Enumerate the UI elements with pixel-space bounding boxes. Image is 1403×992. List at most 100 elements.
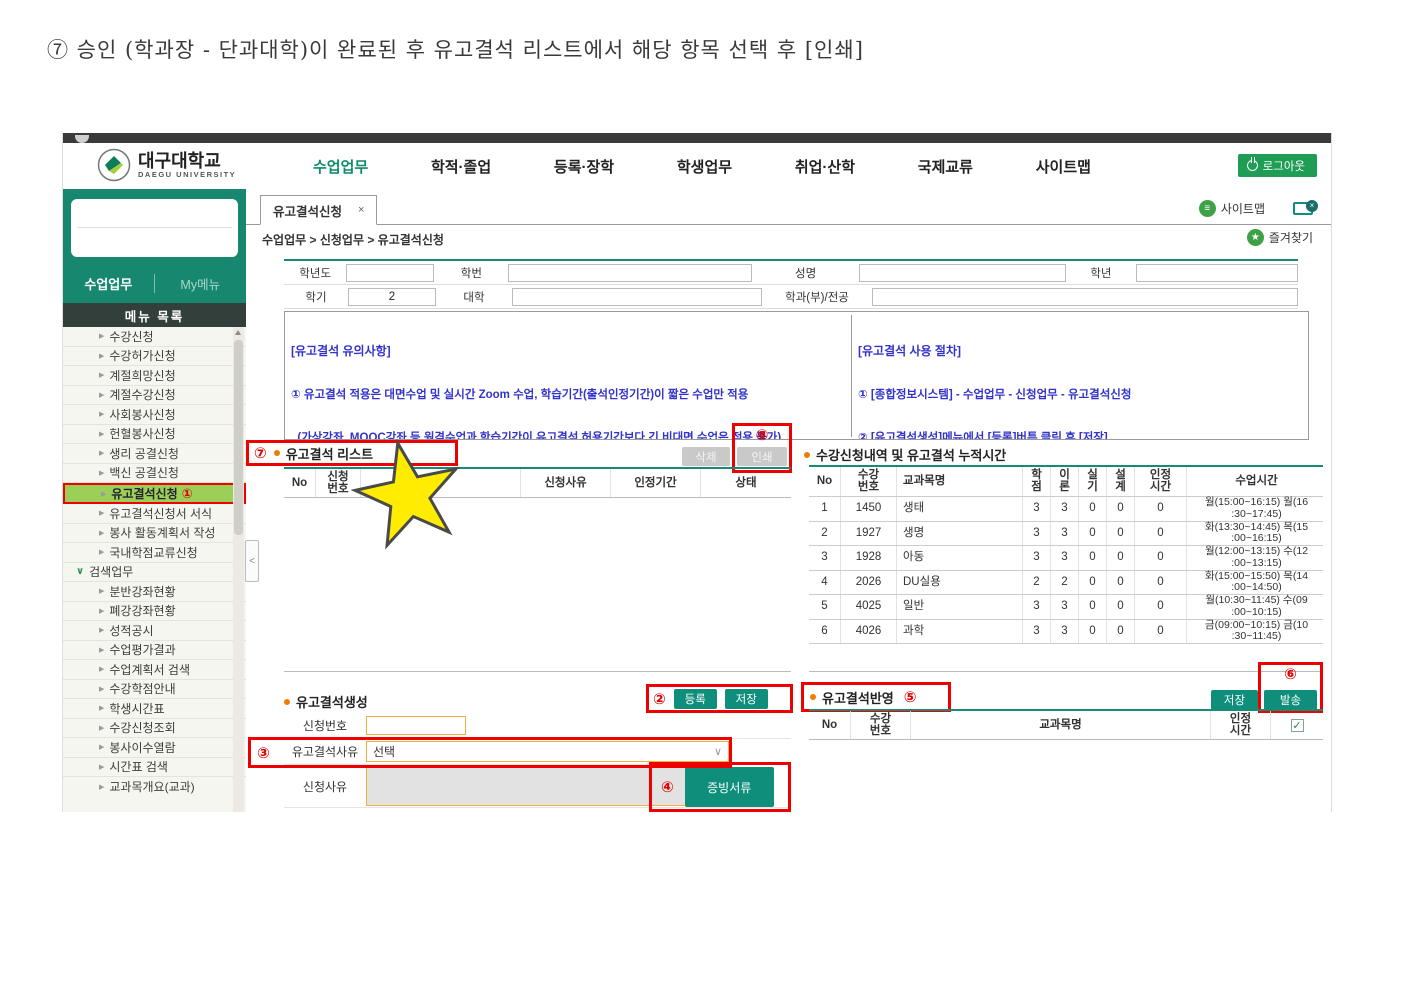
annotation-badge-5: ⑤ [904, 688, 917, 706]
absence-create-title: 유고결석생성 [284, 692, 368, 711]
annotation-box-4: ④ 증빙서류 [649, 762, 791, 812]
annotation-box-2: ② 등록 저장 [646, 684, 793, 713]
table-row[interactable]: 31928아동33000월(12:00~13:15) 수(12 :00~13:1… [809, 546, 1323, 571]
app-window: 대구대학교 DAEGU UNIVERSITY 수업업무 학적·졸업 등록·장학 … [62, 133, 1332, 812]
period-start-input[interactable] [366, 812, 466, 813]
sidebar-item-eval-result[interactable]: ▶수업평가결과 [63, 641, 246, 661]
nav-item-student[interactable]: 학생업무 [677, 156, 732, 177]
sidebar-item-service-view[interactable]: ▶봉사이수열람 [63, 738, 246, 758]
sidebar-tab-mymenu[interactable]: My메뉴 [155, 274, 247, 293]
table-row[interactable]: 11450생태33000월(15:00~16:15) 월(16 :30~17:4… [809, 497, 1323, 522]
sidebar-item-sugang-permit[interactable]: ▶수강허가신청 [63, 347, 246, 367]
attachment-button[interactable]: 증빙서류 [685, 767, 774, 807]
create-save-button[interactable]: 저장 [725, 689, 768, 709]
nav-item-records[interactable]: 학적·졸업 [431, 156, 491, 177]
nav-item-international[interactable]: 국제교류 [918, 156, 973, 177]
window-top-bar [63, 133, 1331, 143]
table-row[interactable]: 21927생명33000화(13:30~14:45) 목(15 :00~16:1… [809, 522, 1323, 547]
sidebar-item-sugang[interactable]: ▶수강신청 [63, 327, 246, 347]
sidebar-item-timetable-search[interactable]: ▶시간표 검색 [63, 758, 246, 778]
enrollment-title: 수강신청내역 및 유고결석 누적시간 [804, 445, 1006, 464]
sidebar-tabs: 수업업무 My메뉴 [63, 271, 246, 295]
sidebar-menu: ▶수강신청 ▶수강허가신청 ▶계절희망신청 ▶계절수강신청 ▶사회봉사신청 ▶헌… [63, 327, 246, 812]
triangle-icon: ▶ [99, 548, 104, 556]
period-end-input[interactable] [490, 812, 590, 813]
sidebar-item-menstrual-absence[interactable]: ▶생리 공결신청 [63, 444, 246, 464]
apply-no-label: 신청번호 [284, 717, 366, 734]
nav-item-career[interactable]: 취업·산학 [795, 156, 855, 177]
select-all-checkbox[interactable]: ✓ [1291, 719, 1304, 732]
triangle-icon: ▶ [99, 743, 104, 751]
nav-item-sitemap[interactable]: 사이트맵 [1036, 156, 1091, 177]
sidebar-item-service-plan[interactable]: ▶봉사 활동계획서 작성 [63, 524, 246, 544]
sidebar-item-syllabus-search[interactable]: ▶수업계획서 검색 [63, 660, 246, 680]
enrollment-table: No수강 번호 교과목명학 점 이 론실 기 설 계인정 시간 수업시간 114… [809, 465, 1323, 644]
left-panel-divider [284, 671, 791, 672]
logout-button[interactable]: 로그아웃 [1238, 154, 1317, 177]
top-navigation: 수업업무 학적·졸업 등록·장학 학생업무 취업·산학 국제교류 사이트맵 [313, 143, 1091, 189]
triangle-icon: ▶ [99, 410, 104, 418]
print-button[interactable]: 인쇄 [737, 447, 787, 466]
reason-textarea[interactable] [366, 766, 691, 806]
college-input[interactable] [512, 288, 762, 306]
year-input[interactable] [346, 264, 434, 282]
triangle-icon: ▶ [99, 430, 104, 438]
form-row-2: 학기 2 대학 학과(부)/전공 [284, 285, 1298, 309]
favorite-link[interactable]: ★ 즐겨찾기 [1247, 229, 1313, 246]
sidebar-item-credit-guide[interactable]: ▶수강학점안내 [63, 680, 246, 700]
annotation-badge-2: ② [653, 690, 666, 708]
sidebar-item-social-service[interactable]: ▶사회봉사신청 [63, 405, 246, 425]
sidebar-tab-classwork[interactable]: 수업업무 [63, 274, 155, 293]
studentno-input[interactable] [508, 264, 752, 282]
register-button[interactable]: 등록 [674, 689, 717, 709]
sidebar-item-domestic-credit[interactable]: ▶국내학점교류신청 [63, 543, 246, 563]
student-info-form: 학년도 학번 성명 학년 학기 2 대학 학과(부)/전공 [284, 259, 1298, 309]
notice-precautions: [유고결석 유의사항] ① 유고결석 적용은 대면수업 및 실시간 Zoom 수… [291, 315, 843, 437]
sidebar-item-grade-posting[interactable]: ▶성적공시 [63, 621, 246, 641]
sidebar-item-sugang-lookup[interactable]: ▶수강신청조회 [63, 719, 246, 739]
sidebar-item-absence-apply-active[interactable]: ▶유고결석신청① [63, 483, 246, 504]
sidebar-item-section-status[interactable]: ▶분반강좌현황 [63, 582, 246, 602]
name-input[interactable] [859, 264, 1066, 282]
close-all-windows-icon[interactable]: × [1293, 202, 1313, 215]
scroll-up-icon[interactable] [235, 330, 241, 335]
sidebar-item-timetable[interactable]: ▶학생시간표 [63, 699, 246, 719]
apply-no-input[interactable] [366, 716, 466, 735]
send-button[interactable]: 발송 [1264, 690, 1317, 710]
absence-apply-header: No 수강 번호 교과목명 인정 시간 ✓ [809, 711, 1323, 740]
power-icon [1247, 160, 1258, 171]
triangle-icon: ▶ [99, 646, 104, 654]
annotation-box-3: ③ [248, 737, 732, 768]
sidebar-scrollbar[interactable] [233, 327, 244, 812]
sidebar-item-vaccine-absence[interactable]: ▶백신 공결신청 [63, 464, 246, 484]
triangle-icon: ▶ [99, 332, 104, 340]
major-input[interactable] [872, 288, 1298, 306]
scrollbar-thumb[interactable] [234, 340, 243, 535]
apply-no-row: 신청번호 [284, 713, 791, 739]
sidebar-item-seasonal[interactable]: ▶계절수강신청 [63, 386, 246, 406]
delete-button[interactable]: 삭제 [682, 447, 730, 466]
notice-procedure: [유고결석 사용 절차] ① [종합정보시스템] - 수업업무 - 신청업무 -… [851, 315, 1304, 437]
grade-input[interactable] [1136, 264, 1298, 282]
sidebar-item-blood-service[interactable]: ▶헌혈봉사신청 [63, 425, 246, 445]
annotation-badge-4: ④ [661, 778, 674, 796]
nav-item-classwork[interactable]: 수업업무 [313, 156, 368, 177]
absence-apply-table: No 수강 번호 교과목명 인정 시간 ✓ [809, 709, 1323, 740]
tab-close-icon[interactable]: × [358, 204, 364, 216]
sidebar-item-seasonal-wish[interactable]: ▶계절희망신청 [63, 366, 246, 386]
table-row[interactable]: 42026DU실용22000화(15:00~15:50) 목(14 :00~14… [809, 571, 1323, 596]
favorite-label: 즐겨찾기 [1269, 229, 1313, 246]
table-row[interactable]: 54025일반33000월(10:30~11:45) 수(09 :00~10:1… [809, 595, 1323, 620]
sidebar-group-search[interactable]: ∨검색업무 [63, 563, 246, 583]
sitemap-link[interactable]: ≡ 사이트맵 [1199, 200, 1265, 217]
sidebar-item-course-overview[interactable]: ▶교과목개요(교과) [63, 777, 246, 797]
apply-save-button[interactable]: 저장 [1211, 690, 1258, 710]
university-logo: 대구대학교 DAEGU UNIVERSITY [97, 148, 236, 182]
sidebar-item-absence-form[interactable]: ▶유고결석신청서 서식 [63, 504, 246, 524]
sidebar-item-closed-courses[interactable]: ▶폐강강좌현황 [63, 602, 246, 622]
tab-absence-apply[interactable]: 유고결석신청 × [260, 195, 377, 225]
table-row[interactable]: 64026과학33000금(09:00~10:15) 금(10 :30~11:4… [809, 620, 1323, 645]
nav-item-registration[interactable]: 등록·장학 [554, 156, 614, 177]
breadcrumb-row: 수업업무 > 신청업무 > 유고결석신청 ★ 즐겨찾기 [246, 226, 1331, 251]
triangle-icon: ▶ [99, 529, 104, 537]
